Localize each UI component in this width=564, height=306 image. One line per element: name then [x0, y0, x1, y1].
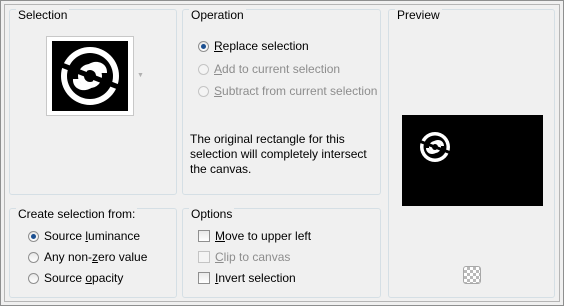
radio-indicator[interactable] — [28, 230, 39, 242]
operation-description: The original rectangle for this selectio… — [190, 132, 367, 176]
radio-replace-selection[interactable]: Replace selection — [198, 38, 309, 54]
radio-indicator[interactable] — [28, 251, 39, 263]
checkbox-label: Invert selection — [215, 271, 296, 285]
radio-add-to-current-selection[interactable]: Add to current selection — [198, 61, 340, 77]
checkbox-label: Clip to canvas — [215, 250, 291, 264]
preview-group-title: Preview — [395, 8, 442, 22]
radio-indicator[interactable] — [198, 85, 209, 97]
swirl-logo-thumbnail-icon — [52, 41, 128, 111]
radio-source-luminance[interactable]: Source luminance — [28, 228, 140, 244]
preview-image — [402, 115, 543, 206]
swirl-logo-preview-icon — [418, 132, 452, 162]
checkbox-indicator[interactable] — [198, 251, 210, 263]
operation-group-title: Operation — [189, 8, 246, 22]
checkbox-clip-to-canvas[interactable]: Clip to canvas — [198, 249, 290, 265]
radio-indicator[interactable] — [198, 63, 209, 75]
radio-label: Subtract from current selection — [214, 84, 378, 98]
radio-indicator[interactable] — [28, 272, 39, 284]
checkbox-indicator[interactable] — [198, 230, 210, 242]
checkbox-move-to-upper-left[interactable]: Move to upper left — [198, 228, 311, 244]
create-from-group-title: Create selection from: — [16, 207, 138, 221]
radio-subtract-from-current-selection[interactable]: Subtract from current selection — [198, 83, 377, 99]
chevron-down-icon[interactable]: ▼ — [137, 72, 144, 79]
radio-label: Source opacity — [44, 271, 124, 285]
radio-label: Source luminance — [44, 229, 141, 243]
checkbox-indicator[interactable] — [198, 272, 210, 284]
options-group-title: Options — [189, 207, 235, 221]
radio-label: Replace selection — [214, 39, 309, 53]
checkbox-invert-selection[interactable]: Invert selection — [198, 270, 296, 286]
checkbox-label: Move to upper left — [215, 229, 312, 243]
radio-source-opacity[interactable]: Source opacity — [28, 270, 123, 286]
selection-group-title: Selection — [16, 8, 70, 22]
radio-indicator[interactable] — [198, 40, 209, 52]
radio-label: Add to current selection — [214, 62, 341, 76]
selection-thumbnail[interactable] — [46, 36, 134, 116]
checkerboard-icon[interactable] — [463, 266, 481, 284]
radio-any-non-zero-value[interactable]: Any non-zero value — [28, 249, 147, 265]
radio-label: Any non-zero value — [44, 250, 148, 264]
